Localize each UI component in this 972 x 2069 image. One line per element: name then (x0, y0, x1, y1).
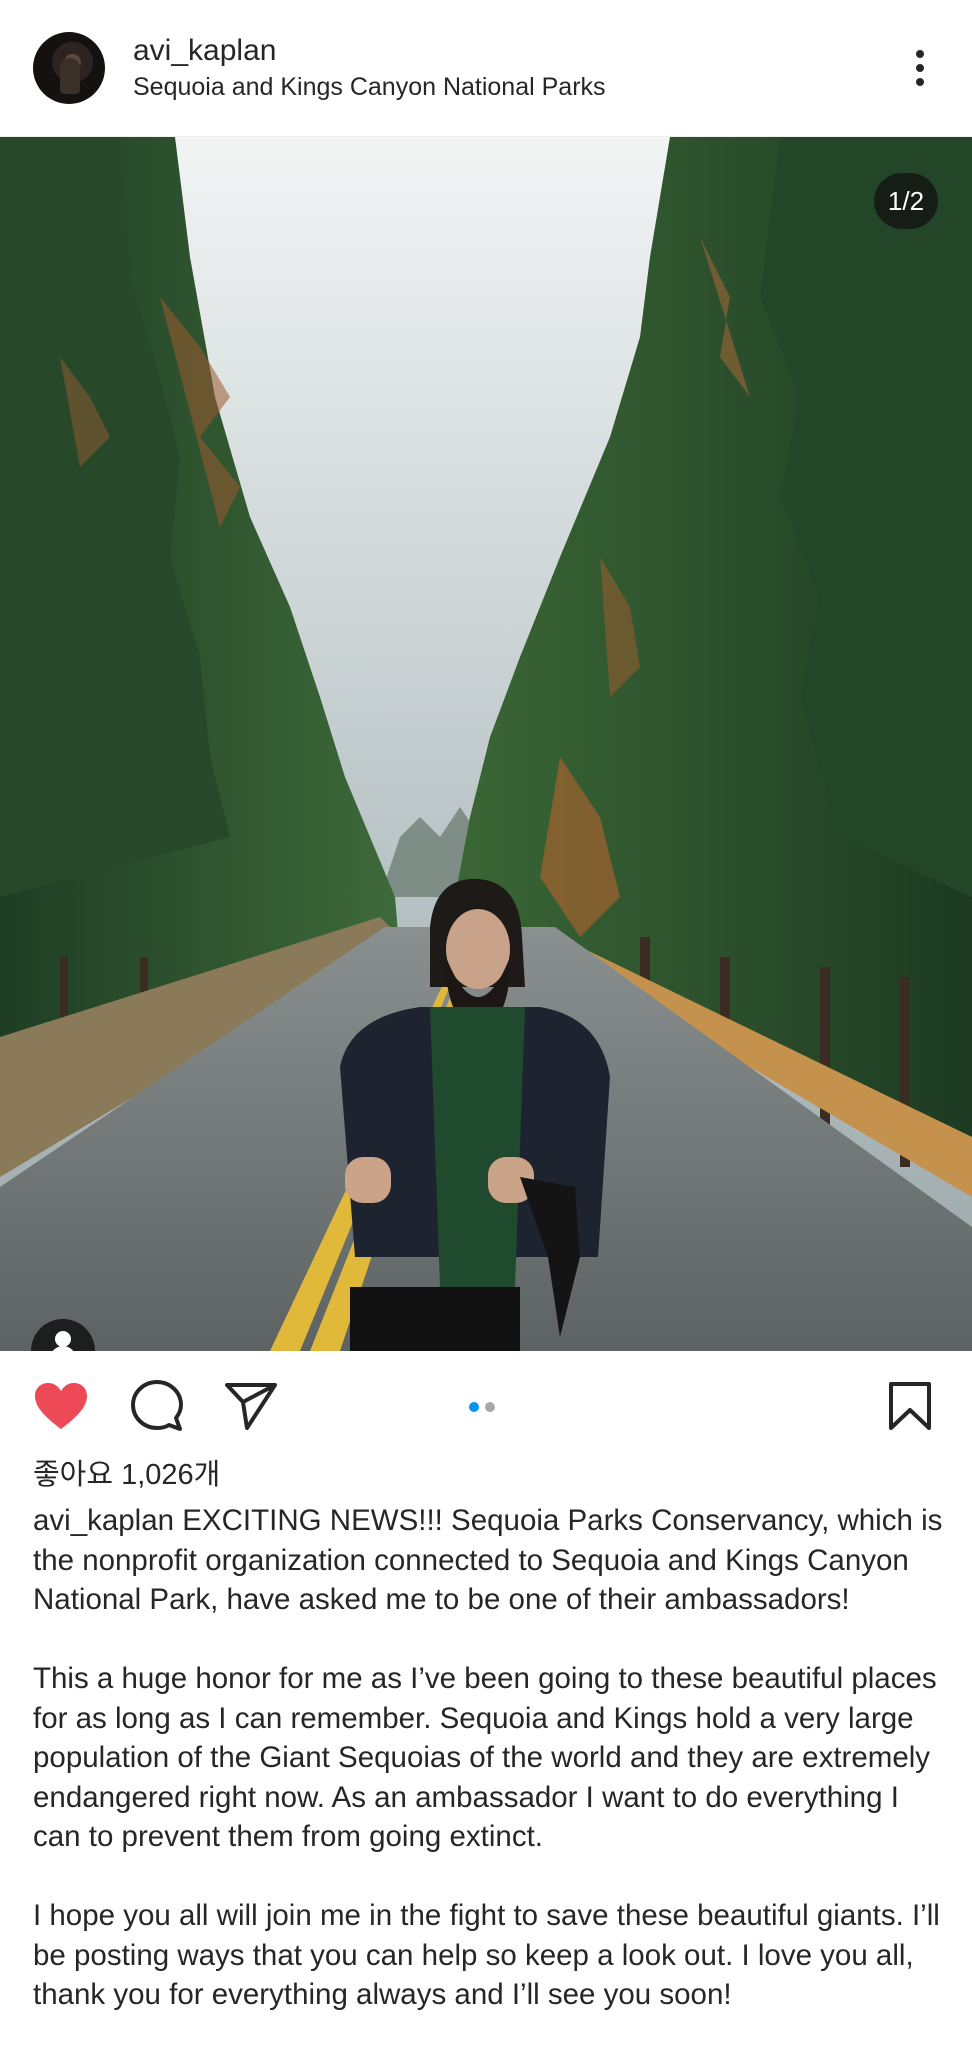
instagram-post: avi_kaplan Sequoia and Kings Canyon Nati… (0, 0, 972, 2069)
caption-paragraph: I hope you all will join me in the fight… (33, 1899, 940, 2011)
username[interactable]: avi_kaplan (133, 33, 900, 69)
carousel-dot-active (469, 1402, 479, 1412)
more-vertical-icon (916, 50, 924, 58)
forest-road-photo (0, 137, 972, 1351)
more-options-button[interactable] (900, 38, 940, 98)
carousel-dot (485, 1402, 495, 1412)
caption-paragraph: avi_kaplan EXCITING NEWS!!! Sequoia Park… (33, 1501, 943, 1620)
caption-author[interactable]: avi_kaplan (33, 1504, 174, 1537)
caption-paragraph: This a huge honor for me as I’ve been go… (33, 1662, 937, 1853)
save-button[interactable] (880, 1379, 940, 1433)
action-bar (0, 1351, 972, 1459)
header-text: avi_kaplan Sequoia and Kings Canyon Nati… (133, 33, 900, 103)
comment-button[interactable] (127, 1379, 187, 1433)
avatar[interactable] (33, 32, 105, 104)
carousel-counter: 1/2 (874, 173, 938, 229)
paper-plane-icon (225, 1383, 277, 1430)
post-photo[interactable]: 1/2 (0, 137, 972, 1351)
comment-bubble-icon (131, 1380, 183, 1431)
location[interactable]: Sequoia and Kings Canyon National Parks (133, 71, 900, 103)
carousel-dots (469, 1402, 495, 1412)
post-header: avi_kaplan Sequoia and Kings Canyon Nati… (0, 0, 972, 137)
like-count[interactable]: 좋아요 1,026개 (33, 1455, 220, 1495)
caption: avi_kaplan EXCITING NEWS!!! Sequoia Park… (33, 1501, 943, 2015)
heart-icon (35, 1383, 87, 1429)
bookmark-icon (889, 1382, 931, 1430)
share-button[interactable] (221, 1379, 281, 1433)
like-button[interactable] (31, 1379, 91, 1433)
